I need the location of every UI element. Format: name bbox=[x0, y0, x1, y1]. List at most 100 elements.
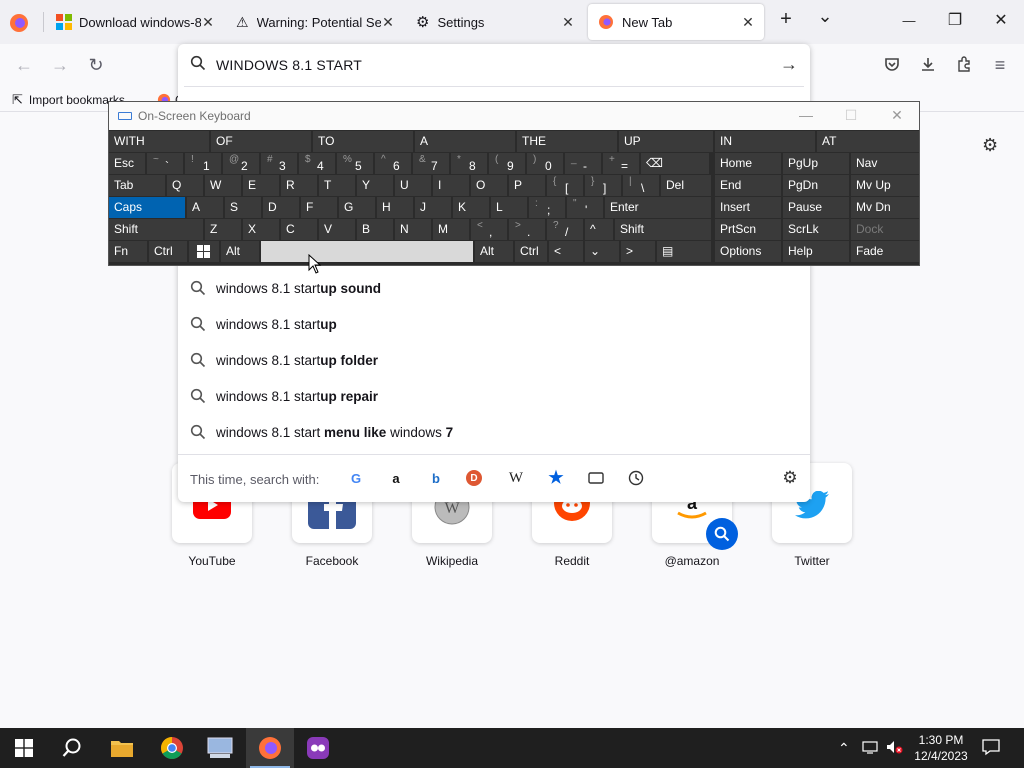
key-2[interactable]: @2 bbox=[223, 153, 259, 174]
key-c[interactable]: C bbox=[281, 219, 317, 240]
notifications-icon[interactable] bbox=[982, 738, 1000, 759]
key-right-alt[interactable]: Alt bbox=[475, 241, 513, 262]
key-symbol[interactable]: | \ bbox=[623, 175, 659, 196]
urlbar-input[interactable]: WINDOWS 8.1 START bbox=[216, 57, 362, 73]
key-w[interactable]: W bbox=[205, 175, 241, 196]
key-prtscn[interactable]: PrtScn bbox=[715, 219, 781, 240]
key-0[interactable]: ) 0 bbox=[527, 153, 563, 174]
key-z[interactable]: Z bbox=[205, 219, 241, 240]
key-left-arrow[interactable]: < bbox=[549, 241, 583, 262]
key-ctrl[interactable]: Ctrl bbox=[149, 241, 187, 262]
wikipedia-engine-button[interactable]: W bbox=[506, 468, 526, 488]
key-fade[interactable]: Fade bbox=[851, 241, 919, 262]
key-i[interactable]: I bbox=[433, 175, 469, 196]
taskbar-clock[interactable]: 1:30 PM 12/4/2023 bbox=[908, 732, 974, 764]
key-symbol[interactable]: <, bbox=[471, 219, 507, 240]
key-down-arrow[interactable]: ⌄ bbox=[585, 241, 619, 262]
search-settings-gear-icon[interactable]: ⚙ bbox=[780, 468, 800, 488]
key-backspace[interactable]: ⌫ bbox=[641, 153, 709, 174]
key-x[interactable]: X bbox=[243, 219, 279, 240]
key-tab[interactable]: Tab bbox=[109, 175, 165, 196]
prediction-at[interactable]: AT bbox=[817, 131, 919, 152]
key-symbol[interactable]: ? / bbox=[547, 219, 583, 240]
key-dock[interactable]: Dock bbox=[851, 219, 919, 240]
key-mv-up[interactable]: Mv Up bbox=[851, 175, 919, 196]
close-icon[interactable]: ✕ bbox=[740, 14, 756, 31]
key-help[interactable]: Help bbox=[783, 241, 849, 262]
new-tab-button[interactable]: + bbox=[771, 8, 801, 31]
key-9[interactable]: (9 bbox=[489, 153, 525, 174]
key-enter[interactable]: Enter bbox=[605, 197, 711, 218]
go-arrow-icon[interactable]: → bbox=[780, 54, 798, 75]
key-symbol[interactable]: " ' bbox=[567, 197, 603, 218]
key-symbol[interactable]: >. bbox=[509, 219, 545, 240]
key-v[interactable]: V bbox=[319, 219, 355, 240]
tab-settings[interactable]: ⚙ Settings ✕ bbox=[406, 4, 584, 40]
key-1[interactable]: ! 1 bbox=[185, 153, 221, 174]
key-right-shift[interactable]: Shift bbox=[615, 219, 711, 240]
close-icon[interactable]: ✕ bbox=[560, 14, 576, 31]
key-k[interactable]: K bbox=[453, 197, 489, 218]
key-b[interactable]: B bbox=[357, 219, 393, 240]
amazon-engine-button[interactable]: a bbox=[386, 468, 406, 488]
suggestion-item[interactable]: windows 8.1 startup repair bbox=[178, 378, 810, 414]
extensions-icon[interactable] bbox=[952, 56, 976, 75]
key-g[interactable]: G bbox=[339, 197, 375, 218]
key-h[interactable]: H bbox=[377, 197, 413, 218]
google-engine-button[interactable]: G bbox=[346, 468, 366, 488]
search-shortcut-button[interactable] bbox=[706, 518, 738, 550]
key-m[interactable]: M bbox=[433, 219, 469, 240]
key-symbol[interactable]: _ - bbox=[565, 153, 601, 174]
key-esc[interactable]: Esc bbox=[109, 153, 145, 174]
network-icon[interactable] bbox=[862, 740, 878, 757]
start-button[interactable] bbox=[0, 728, 48, 768]
key-pgup[interactable]: PgUp bbox=[783, 153, 849, 174]
tab-download-windows[interactable]: Download windows-8.1 ✕ bbox=[46, 4, 224, 40]
prediction-a[interactable]: A bbox=[415, 131, 515, 152]
close-icon[interactable]: ✕ bbox=[380, 14, 396, 31]
urlbar[interactable]: WINDOWS 8.1 START → bbox=[178, 44, 810, 86]
key-nav[interactable]: Nav bbox=[851, 153, 919, 174]
key-scrlk[interactable]: ScrLk bbox=[783, 219, 849, 240]
firefox-taskbar-button[interactable] bbox=[246, 728, 294, 768]
key-shift[interactable]: Shift bbox=[109, 219, 203, 240]
pocket-icon[interactable] bbox=[880, 56, 904, 75]
key-end[interactable]: End bbox=[715, 175, 781, 196]
key-f[interactable]: F bbox=[301, 197, 337, 218]
prediction-the[interactable]: THE bbox=[517, 131, 617, 152]
maximize-icon[interactable]: ☐ bbox=[841, 107, 861, 124]
key-s[interactable]: S bbox=[225, 197, 261, 218]
key-space[interactable] bbox=[261, 241, 473, 262]
duckduckgo-engine-button[interactable]: D bbox=[466, 470, 482, 486]
suggestion-item[interactable]: windows 8.1 startup folder bbox=[178, 342, 810, 378]
key-caps[interactable]: Caps bbox=[109, 197, 185, 218]
firefox-view-icon[interactable] bbox=[8, 12, 30, 34]
key-symbol[interactable]: }] bbox=[585, 175, 621, 196]
key-pause[interactable]: Pause bbox=[783, 197, 849, 218]
tab-new-tab[interactable]: New Tab ✕ bbox=[588, 4, 764, 40]
downloads-icon[interactable] bbox=[916, 56, 940, 75]
suggestion-item[interactable]: windows 8.1 startup bbox=[178, 306, 810, 342]
key-y[interactable]: Y bbox=[357, 175, 393, 196]
key-u[interactable]: U bbox=[395, 175, 431, 196]
close-icon[interactable]: ✕ bbox=[887, 107, 907, 124]
app-taskbar-button[interactable] bbox=[294, 728, 342, 768]
key-l[interactable]: L bbox=[491, 197, 527, 218]
key-symbol[interactable]: :; bbox=[529, 197, 565, 218]
key-5[interactable]: % 5 bbox=[337, 153, 373, 174]
minimize-button[interactable]: — bbox=[894, 13, 924, 28]
key-right-ctrl[interactable]: Ctrl bbox=[515, 241, 547, 262]
key-pgdn[interactable]: PgDn bbox=[783, 175, 849, 196]
key-symbol[interactable]: {[ bbox=[547, 175, 583, 196]
key-o[interactable]: O bbox=[471, 175, 507, 196]
prediction-to[interactable]: TO bbox=[313, 131, 413, 152]
key-alt[interactable]: Alt bbox=[221, 241, 259, 262]
suggestion-item[interactable]: windows 8.1 start menu like windows 7 bbox=[178, 414, 810, 450]
key-mv-dn[interactable]: Mv Dn bbox=[851, 197, 919, 218]
key-6[interactable]: ^ 6 bbox=[375, 153, 411, 174]
chrome-button[interactable] bbox=[148, 728, 196, 768]
file-explorer-button[interactable] bbox=[98, 728, 146, 768]
show-hidden-icons-chevron-icon[interactable]: ⌃ bbox=[838, 740, 850, 757]
minimize-icon[interactable]: — bbox=[796, 107, 816, 123]
bing-engine-button[interactable]: b bbox=[426, 468, 446, 488]
